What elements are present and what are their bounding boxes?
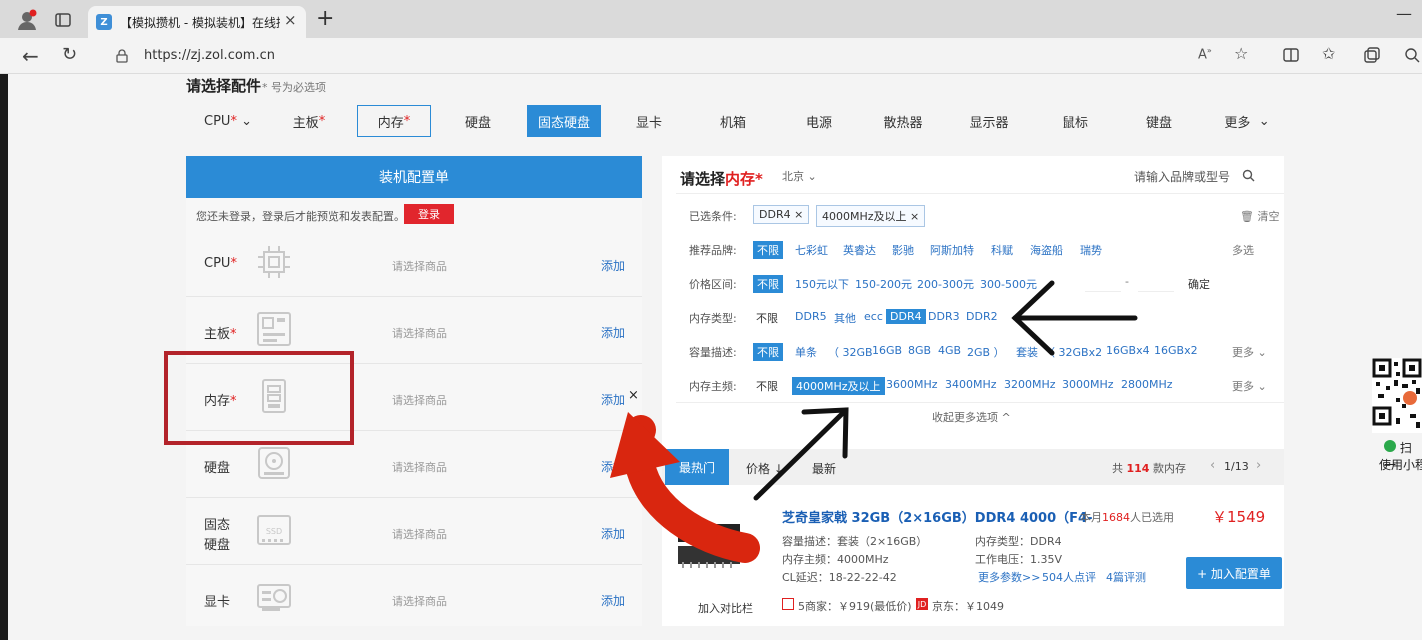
black-arrow-diagonal (753, 407, 849, 501)
red-arrow-curved (610, 412, 760, 563)
black-arrow-left (1011, 280, 1138, 356)
annotation-overlay (610, 280, 1138, 563)
